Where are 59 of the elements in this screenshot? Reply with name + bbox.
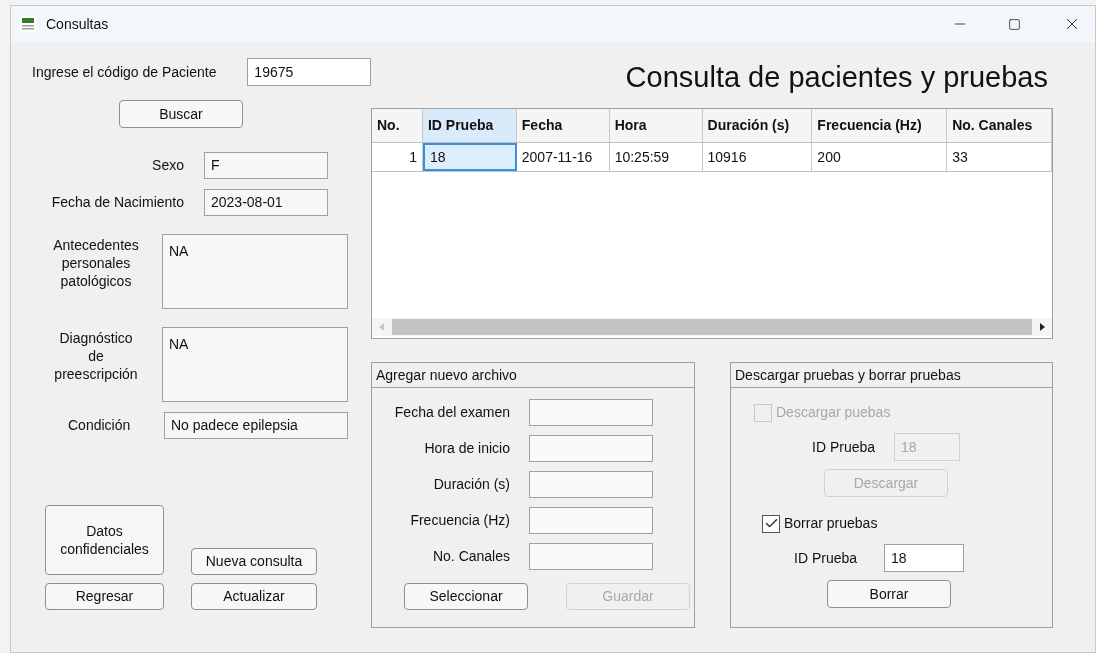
input-field[interactable]: [529, 399, 653, 426]
column-header[interactable]: No. Canales: [947, 109, 1052, 142]
input-field[interactable]: 18: [884, 544, 965, 572]
input-field[interactable]: 19675: [247, 58, 371, 86]
text-field[interactable]: No padece epilepsia: [164, 412, 348, 439]
action-button[interactable]: Seleccionar: [404, 583, 528, 610]
horizontal-scrollbar[interactable]: [372, 318, 1052, 336]
input-field[interactable]: [529, 543, 653, 570]
table-cell[interactable]: 1: [372, 143, 423, 171]
column-header[interactable]: ID Prueba: [422, 109, 517, 142]
table-cell[interactable]: 10916: [702, 143, 813, 171]
action-button[interactable]: Buscar: [119, 100, 243, 128]
field-label: Duración (s): [432, 475, 510, 494]
input-field[interactable]: [529, 471, 653, 498]
panel-title: Descargar pruebas y borrar pruebas: [735, 365, 961, 385]
action-button[interactable]: Borrar: [827, 580, 951, 608]
table-cell[interactable]: 33: [947, 143, 1052, 171]
text-field[interactable]: 2023-08-01: [204, 189, 328, 216]
page-title: Consulta de pacientes y pruebas: [625, 60, 1048, 95]
window-title: Consultas: [46, 14, 109, 34]
field-label: Sexo: [151, 156, 185, 175]
column-header[interactable]: Duración (s): [702, 109, 813, 142]
field-label: Fecha del examen: [393, 403, 510, 422]
scroll-right-icon[interactable]: [1037, 322, 1047, 332]
action-button[interactable]: Actualizar: [191, 583, 317, 610]
column-header[interactable]: Fecha: [516, 109, 610, 142]
checkbox-label: Borrar pruebas: [784, 514, 878, 533]
text-field[interactable]: F: [204, 152, 328, 179]
logo-icon: [20, 16, 36, 32]
action-button[interactable]: Regresar: [45, 583, 164, 610]
checkbox-label: Descargar puebas: [776, 403, 891, 422]
input-field[interactable]: [529, 507, 653, 534]
table-cell[interactable]: 10:25:59: [609, 143, 703, 171]
table-cell[interactable]: 200: [812, 143, 948, 171]
maximize-icon[interactable]: [1008, 17, 1021, 31]
checkbox[interactable]: [762, 514, 780, 533]
field-label: Frecuencia (Hz): [409, 511, 510, 530]
field-label: Antecedentes personales patológicos: [52, 236, 140, 290]
panel-title: Agregar nuevo archivo: [376, 365, 517, 385]
text-area[interactable]: NA: [162, 234, 348, 309]
field-label: Condición: [68, 416, 132, 435]
column-header[interactable]: Hora: [609, 109, 703, 142]
field-label: ID Prueba: [794, 548, 858, 568]
field-label: No. Canales: [431, 547, 510, 566]
field-label: Diagnóstico de preescripción: [53, 329, 139, 383]
input-field[interactable]: [529, 435, 653, 462]
field-label: Ingrese el código de Paciente: [32, 62, 218, 82]
scroll-left-icon[interactable]: [377, 322, 387, 332]
table-cell[interactable]: 2007-11-16: [516, 143, 610, 171]
table-cell[interactable]: 18: [422, 143, 517, 171]
action-button[interactable]: Datos confidenciales: [45, 505, 164, 575]
action-button[interactable]: Nueva consulta: [191, 548, 317, 575]
text-area[interactable]: NA: [162, 327, 348, 402]
field-label: ID Prueba: [812, 437, 876, 457]
scrollbar-thumb[interactable]: [392, 319, 1032, 335]
column-header[interactable]: Frecuencia (Hz): [812, 109, 948, 142]
field-label: Hora de inicio: [423, 439, 510, 458]
field-label: Fecha de Nacimiento: [50, 193, 185, 212]
column-header[interactable]: No.: [372, 109, 423, 142]
